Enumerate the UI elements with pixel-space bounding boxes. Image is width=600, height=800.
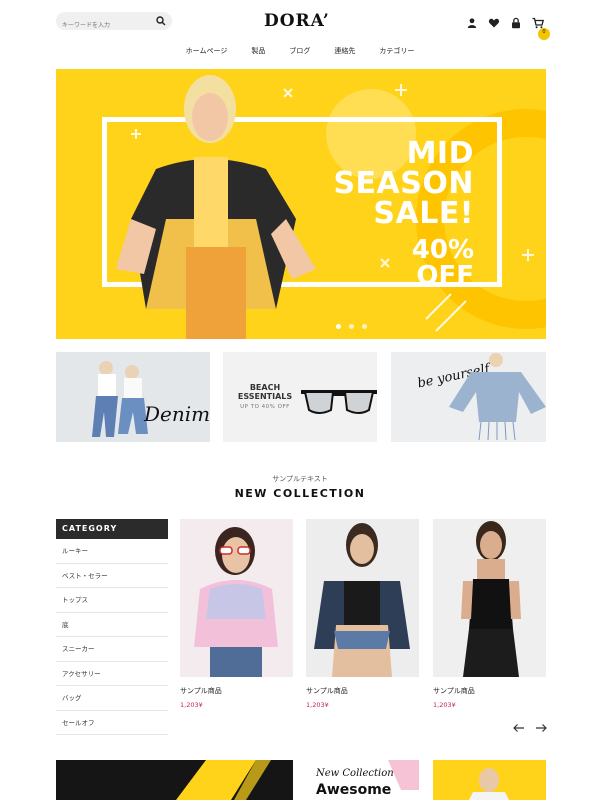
category-item[interactable]: 底 [56, 613, 168, 637]
product-photo [314, 523, 410, 677]
product-card[interactable]: サンプル商品 1,203¥ [306, 519, 419, 709]
header-icons: 0 [466, 14, 550, 40]
promo-banner-dark[interactable] [56, 760, 293, 800]
banner-be-yourself[interactable]: be yourself [391, 352, 546, 442]
slider-dot[interactable] [349, 324, 354, 329]
product-card[interactable]: サンプル商品 1,203¥ [433, 519, 546, 709]
nav-item-category[interactable]: カテゴリー [379, 46, 414, 56]
slider-dot[interactable] [336, 324, 341, 329]
product-name[interactable]: サンプル商品 [180, 686, 293, 696]
slider-dot[interactable] [362, 324, 367, 329]
promo-banner-yellow[interactable] [433, 760, 546, 800]
user-icon[interactable] [466, 14, 478, 28]
hero-line-1: MID [406, 136, 474, 171]
category-sidebar: CATEGORY ルーキー ベスト・セラー トップス 底 スニーカー アクセサリ… [56, 519, 168, 735]
search-icon[interactable] [156, 16, 166, 26]
product-image[interactable] [433, 519, 546, 677]
product-image[interactable] [306, 519, 419, 677]
hero-line-5: OFF [416, 261, 474, 291]
category-item[interactable]: ベスト・セラー [56, 564, 168, 588]
hero-line-2: SEASON [333, 166, 474, 201]
product-price: 1,203¥ [180, 701, 203, 709]
cart-icon[interactable]: 0 [532, 14, 550, 40]
category-item[interactable]: セールオフ [56, 711, 168, 735]
arrow-right-icon[interactable] [535, 718, 547, 732]
arrow-left-icon[interactable] [513, 718, 525, 732]
section-title: NEW COLLECTION [234, 487, 366, 500]
carousel-arrows [513, 718, 547, 732]
denim-models-image [56, 352, 210, 442]
site-logo[interactable]: DORA’ [264, 11, 330, 31]
main-nav: ホームページ 製品 ブログ 連絡先 カテゴリー [0, 46, 600, 56]
promo-banner-awesome[interactable]: New Collection Awesome [306, 760, 419, 800]
promo-model-image [469, 768, 509, 800]
category-item[interactable]: バッグ [56, 686, 168, 711]
hero-sale-text: MID SEASON SALE! 40% OFF [333, 136, 474, 291]
hero-line-3: SALE! [373, 196, 474, 231]
product-price: 1,203¥ [306, 701, 329, 709]
product-price: 1,203¥ [433, 701, 456, 709]
banner-denim[interactable]: Denim [56, 352, 210, 442]
nav-item-contact[interactable]: 連絡先 [334, 46, 355, 56]
search-box[interactable] [56, 12, 172, 35]
category-item[interactable]: アクセサリー [56, 662, 168, 686]
section-kicker: サンプルテキスト [272, 475, 328, 483]
banner-beach[interactable]: BEACH ESSENTIALS UP TO 40% OFF [223, 352, 377, 442]
product-image[interactable] [180, 519, 293, 677]
fringe-jacket-image [449, 353, 546, 441]
product-name[interactable]: サンプル商品 [433, 686, 546, 696]
nav-item-products[interactable]: 製品 [251, 46, 265, 56]
product-photo [461, 521, 521, 677]
hero-model-image [116, 75, 316, 339]
hero-slider[interactable]: MID SEASON SALE! 40% OFF [56, 69, 546, 339]
lock-icon[interactable] [510, 14, 522, 29]
search-input[interactable] [56, 16, 148, 35]
sunglasses-image [301, 390, 377, 414]
category-item[interactable]: スニーカー [56, 637, 168, 662]
banner-beach-sub: UP TO 40% OFF [240, 404, 290, 410]
promo-brush-image [176, 760, 271, 800]
product-name[interactable]: サンプル商品 [306, 686, 419, 696]
category-item[interactable]: ルーキー [56, 539, 168, 564]
hero-line-4: 40% [411, 235, 474, 265]
product-card[interactable]: サンプル商品 1,203¥ [180, 519, 293, 709]
banner-denim-text: Denim [144, 402, 210, 426]
promo-new-collection-text: New Collection [316, 768, 394, 779]
banner-beach-title: BEACH ESSENTIALS [237, 383, 293, 401]
nav-item-home[interactable]: ホームページ [186, 46, 228, 56]
category-item[interactable]: トップス [56, 588, 168, 613]
slider-dots [336, 324, 367, 329]
category-header: CATEGORY [56, 519, 168, 539]
product-photo [194, 527, 278, 677]
heart-icon[interactable] [488, 14, 500, 28]
promo-awesome-text: Awesome [316, 782, 392, 798]
cart-count-badge: 0 [538, 28, 550, 40]
nav-item-blog[interactable]: ブログ [289, 46, 310, 56]
